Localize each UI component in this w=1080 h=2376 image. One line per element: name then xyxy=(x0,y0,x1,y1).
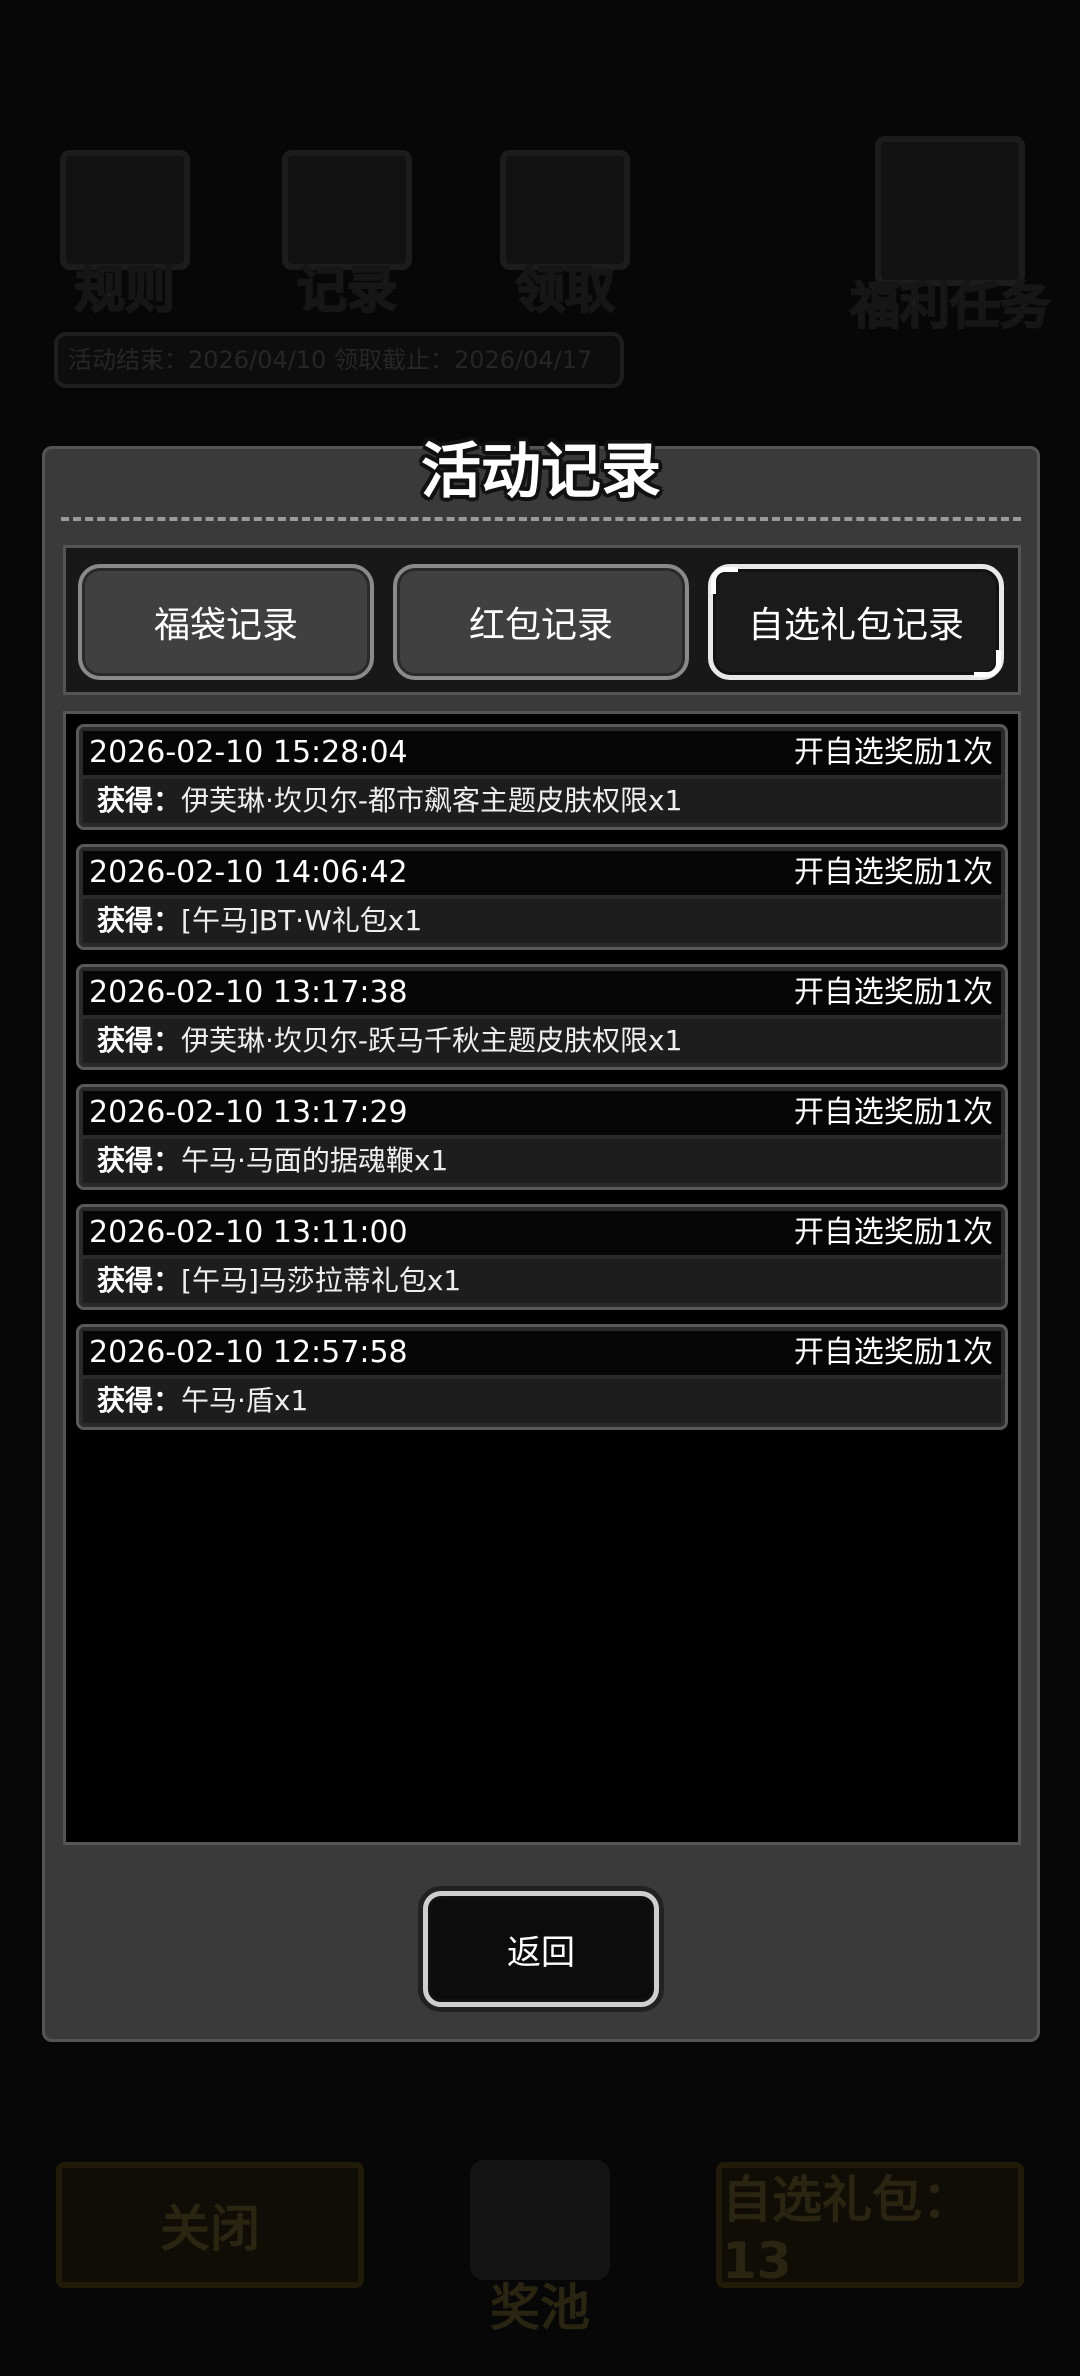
rules-label: 规则 xyxy=(74,260,176,320)
event-date-banner: 活动结束：2026/04/10 领取截止：2026/04/17 xyxy=(54,332,624,388)
welfare-task-label: 福利任务 xyxy=(849,276,1051,336)
rules-book-icon: 规则 xyxy=(60,150,190,322)
gain-label: 获得： xyxy=(97,1144,182,1177)
gain-label: 获得： xyxy=(97,1024,182,1057)
record-time: 2026-02-10 13:11:00 xyxy=(89,1215,408,1250)
record-clipboard-icon: 记录 xyxy=(282,150,412,322)
dialog-title: 活动记录 xyxy=(421,437,661,507)
list-item: 2026-02-10 13:17:38 开自选奖励1次 获得：伊芙琳·坎贝尔-跃马… xyxy=(76,964,1008,1070)
select-gift-button: 自选礼包：13 xyxy=(716,2162,1024,2290)
gain-label: 获得： xyxy=(97,1384,182,1417)
record-time: 2026-02-10 13:17:38 xyxy=(89,975,408,1010)
welfare-task-icon: 福利任务 xyxy=(849,136,1051,338)
record-time: 2026-02-10 14:06:42 xyxy=(89,855,408,890)
record-type: 开自选奖励1次 xyxy=(793,855,993,890)
record-item: 伊芙琳·坎贝尔-都市飙客主题皮肤权限x1 xyxy=(181,784,683,817)
list-item: 2026-02-10 12:57:58 开自选奖励1次 获得：午马·盾x1 xyxy=(76,1324,1008,1430)
list-item: 2026-02-10 13:11:00 开自选奖励1次 获得：[午马]马莎拉蒂礼包… xyxy=(76,1204,1008,1310)
record-type: 开自选奖励1次 xyxy=(793,1335,993,1370)
gain-label: 获得： xyxy=(97,904,182,937)
tab-select-gift-records[interactable]: 自选礼包记录 xyxy=(708,564,1004,680)
record-type: 开自选奖励1次 xyxy=(793,1215,993,1250)
close-button: 关闭 xyxy=(56,2162,364,2288)
record-time: 2026-02-10 15:28:04 xyxy=(89,735,408,770)
record-list[interactable]: 2026-02-10 15:28:04 开自选奖励1次 获得：伊芙琳·坎贝尔-都市… xyxy=(63,711,1021,1845)
record-type: 开自选奖励1次 xyxy=(793,1095,993,1130)
gain-label: 获得： xyxy=(97,784,182,817)
record-tab-bar: 福袋记录 红包记录 自选礼包记录 xyxy=(63,545,1021,695)
list-item: 2026-02-10 14:06:42 开自选奖励1次 获得：[午马]BT·W礼包… xyxy=(76,844,1008,950)
record-item: [午马]BT·W礼包x1 xyxy=(181,904,423,937)
tab-lucky-bag-records[interactable]: 福袋记录 xyxy=(78,564,374,680)
title-divider xyxy=(61,517,1021,521)
treasure-box-icon xyxy=(470,2160,610,2280)
activity-record-dialog: 活动记录 福袋记录 红包记录 自选礼包记录 2026-02-10 15:28:0… xyxy=(42,437,1040,2042)
back-button[interactable]: 返回 xyxy=(423,1891,659,2007)
record-type: 开自选奖励1次 xyxy=(793,735,993,770)
record-item: [午马]马莎拉蒂礼包x1 xyxy=(181,1264,462,1297)
record-time: 2026-02-10 13:17:29 xyxy=(89,1095,408,1130)
gain-label: 获得： xyxy=(97,1264,182,1297)
list-item: 2026-02-10 13:17:29 开自选奖励1次 获得：午马·马面的据魂鞭x… xyxy=(76,1084,1008,1190)
tab-red-packet-records[interactable]: 红包记录 xyxy=(393,564,689,680)
list-item: 2026-02-10 15:28:04 开自选奖励1次 获得：伊芙琳·坎贝尔-都市… xyxy=(76,724,1008,830)
record-item: 午马·盾x1 xyxy=(181,1384,309,1417)
claim-chest-icon: 领取 xyxy=(500,150,630,322)
prize-pool-button: 奖池 xyxy=(440,2140,640,2340)
record-time: 2026-02-10 12:57:58 xyxy=(89,1335,408,1370)
record-type: 开自选奖励1次 xyxy=(793,975,993,1010)
record-item: 午马·马面的据魂鞭x1 xyxy=(181,1144,449,1177)
record-item: 伊芙琳·坎贝尔-跃马千秋主题皮肤权限x1 xyxy=(181,1024,683,1057)
claim-label: 领取 xyxy=(514,260,616,320)
record-label: 记录 xyxy=(296,260,398,320)
